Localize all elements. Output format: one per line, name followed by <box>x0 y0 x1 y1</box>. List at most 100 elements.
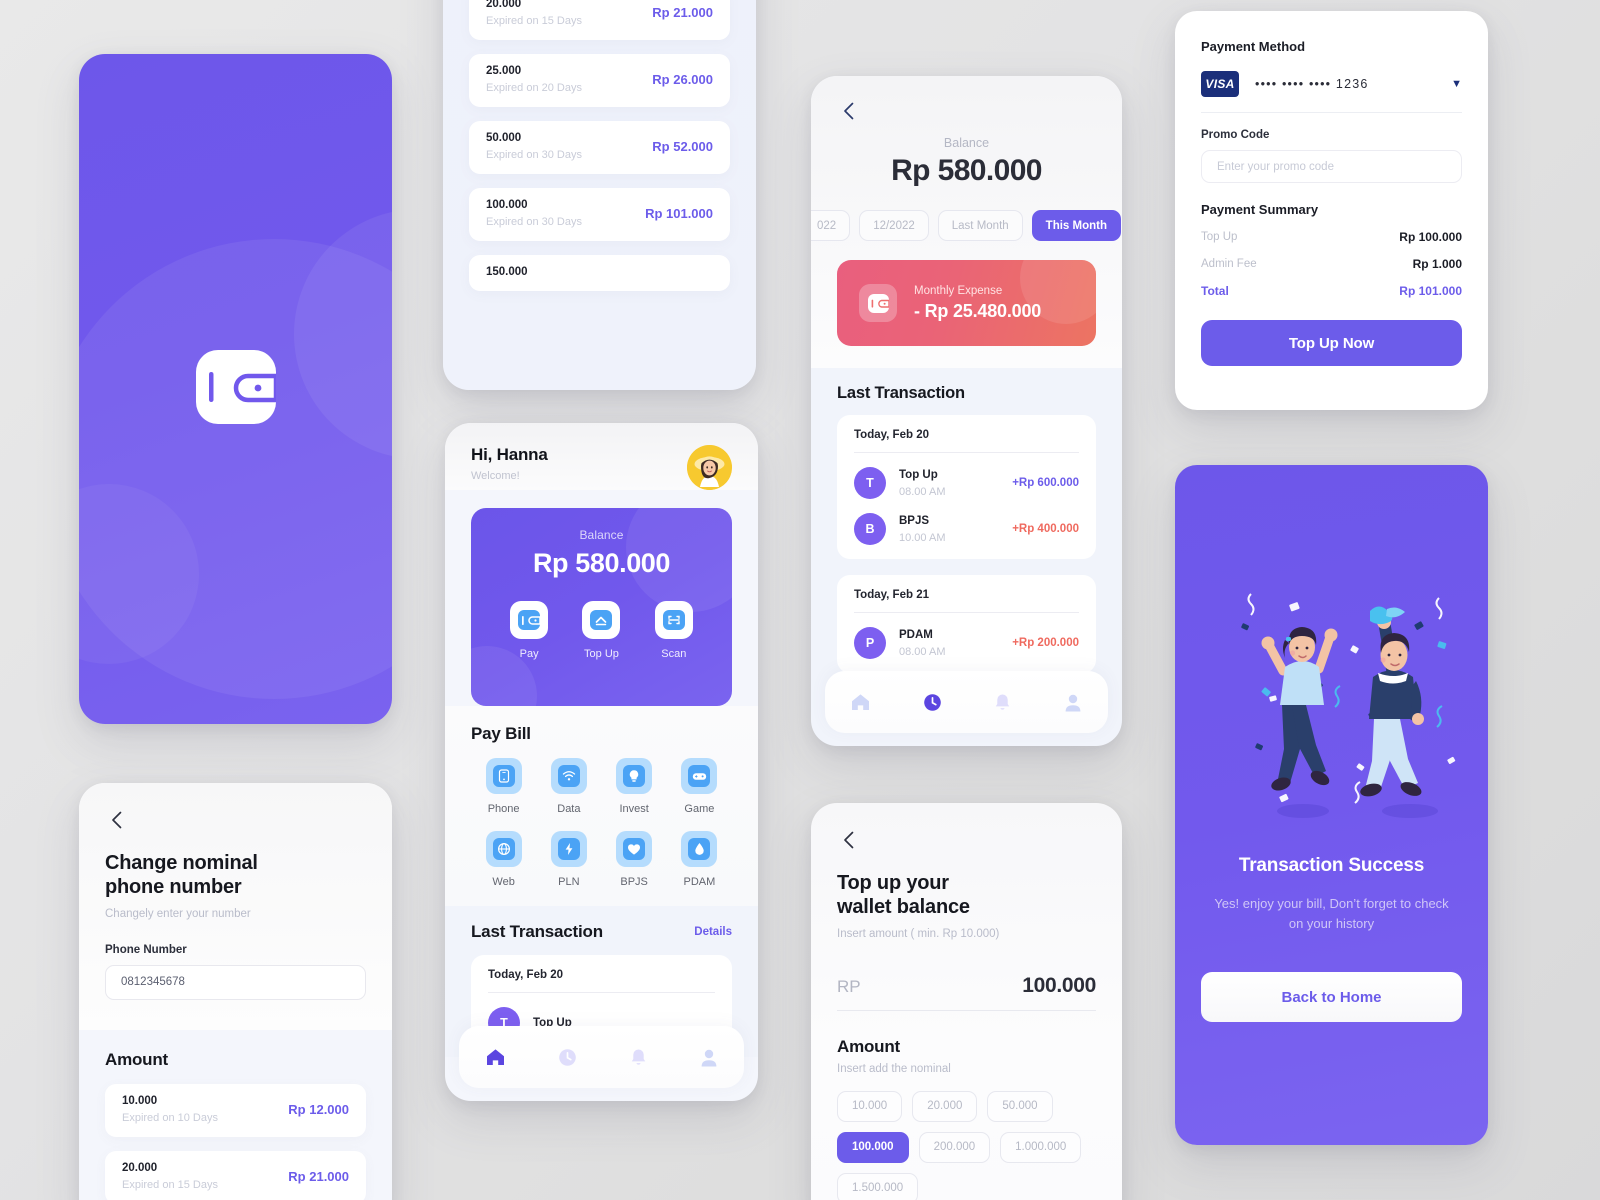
topup-screen: Top up your wallet balance Insert amount… <box>811 803 1122 1200</box>
amount-option-row[interactable]: 150.000 <box>469 255 730 291</box>
filter-chip[interactable]: 022 <box>811 210 851 241</box>
divider <box>854 612 1079 613</box>
bill-item-phone[interactable]: Phone <box>471 758 536 815</box>
amount-price: Rp 26.000 <box>652 72 713 87</box>
bill-label: BPJS <box>620 876 648 888</box>
transaction-amount: +Rp 400.000 <box>1012 523 1079 535</box>
nav-bell-icon[interactable] <box>630 1048 647 1067</box>
selected-card-row[interactable]: VISA •••• •••• •••• 1236 ▼ <box>1201 71 1462 97</box>
divider <box>854 452 1079 453</box>
nominal-header: Change nominal phone number Changely ent… <box>79 783 392 1030</box>
table-row[interactable]: B BPJS 10.00 AM +Rp 400.000 <box>854 513 1079 545</box>
wifi-icon <box>557 765 580 787</box>
bill-item-bpjs[interactable]: BPJS <box>602 831 667 888</box>
summary-value: Rp 100.000 <box>1399 230 1462 244</box>
nav-person-icon[interactable] <box>700 1048 718 1067</box>
filter-chip[interactable]: Last Month <box>937 210 1023 241</box>
bill-item-game[interactable]: Game <box>667 758 732 815</box>
phone-number-input[interactable]: 0812345678 <box>105 964 366 1000</box>
arrow-up-icon <box>582 601 621 639</box>
avatar[interactable] <box>687 445 732 490</box>
amount-label: 25.000 <box>486 65 522 77</box>
page-subtitle: Insert amount ( min. Rp 10.000) <box>837 927 1000 940</box>
filter-chip[interactable]: 12/2022 <box>859 210 929 241</box>
amount-expiry: Expired on 20 Days <box>486 82 582 94</box>
action-pay[interactable]: Pay <box>510 601 549 660</box>
nominal-chip[interactable]: 10.000 <box>837 1090 903 1122</box>
expense-amount: - Rp 25.480.000 <box>914 300 1042 321</box>
gamepad-icon <box>688 765 711 787</box>
bill-item-pdam[interactable]: PDAM <box>667 831 732 888</box>
nav-home-icon[interactable] <box>851 693 870 711</box>
nav-person-icon[interactable] <box>1064 693 1082 712</box>
amount-entry-row[interactable]: RP 100.000 <box>837 974 1096 998</box>
amount-option-row[interactable]: 20.000 Expired on 15 Days Rp 21.000 <box>105 1150 366 1200</box>
nominal-chip-active[interactable]: 100.000 <box>837 1131 909 1163</box>
amount-label: 100.000 <box>486 199 528 211</box>
currency-label: RP <box>837 976 861 996</box>
amount-expiry: Expired on 30 Days <box>486 149 582 161</box>
phone-field-label: Phone Number <box>105 943 187 956</box>
transaction-time: 10.00 AM <box>899 531 946 544</box>
bill-item-invest[interactable]: Invest <box>602 758 667 815</box>
amount-price: Rp 101.000 <box>645 206 713 221</box>
quick-actions: Pay Top Up Scan <box>471 601 732 660</box>
chevron-left-icon[interactable] <box>837 100 859 122</box>
divider <box>488 992 715 993</box>
action-topup[interactable]: Top Up <box>582 601 621 660</box>
wallet-icon <box>195 349 278 429</box>
chevron-left-icon[interactable] <box>105 809 127 831</box>
bill-item-pln[interactable]: PLN <box>536 831 601 888</box>
transaction-success-screen: Transaction Success Yes! enjoy your bill… <box>1175 465 1488 1145</box>
transaction-name: Top Up <box>899 468 938 481</box>
page-subtitle: Changely enter your number <box>105 907 251 920</box>
page-title-line1: Top up your <box>837 872 949 894</box>
page-title-line2: phone number <box>105 876 242 899</box>
nominal-chip-grid: 10.000 20.000 50.000 100.000 200.000 1.0… <box>837 1090 1096 1200</box>
amount-section-sub: Insert add the nominal <box>837 1062 951 1075</box>
amount-option-row[interactable]: 25.000 Expired on 20 Days Rp 26.000 <box>469 54 730 107</box>
nav-home-icon[interactable] <box>486 1048 505 1066</box>
nav-clock-icon[interactable] <box>558 1048 577 1067</box>
greeting-name: Hi, Hanna <box>471 445 548 464</box>
nav-bell-icon[interactable] <box>994 693 1011 712</box>
amount-option-row[interactable]: 20.000 Expired on 15 Days Rp 21.000 <box>469 0 730 40</box>
wallet-icon <box>510 601 549 639</box>
top-up-now-button[interactable]: Top Up Now <box>1201 320 1462 366</box>
heart-icon <box>623 838 646 860</box>
nav-clock-icon[interactable] <box>923 693 942 712</box>
filter-chip-active[interactable]: This Month <box>1031 210 1121 241</box>
splash-screen <box>79 54 392 724</box>
amount-price: Rp 12.000 <box>288 1101 349 1117</box>
transaction-time: 08.00 AM <box>899 485 946 498</box>
nominal-chip[interactable]: 20.000 <box>912 1090 978 1122</box>
back-to-home-button[interactable]: Back to Home <box>1201 972 1462 1023</box>
amount-option-row[interactable]: 100.000 Expired on 30 Days Rp 101.000 <box>469 188 730 241</box>
promo-code-label: Promo Code <box>1201 129 1270 141</box>
home-screen: Hi, Hanna Welcome! Balance Rp 580.000 Pa… <box>445 423 758 1101</box>
bill-label: Invest <box>619 803 649 815</box>
chevron-down-icon[interactable]: ▼ <box>1451 78 1462 90</box>
bill-item-data[interactable]: Data <box>536 758 601 815</box>
chevron-left-icon[interactable] <box>837 829 859 851</box>
summary-row: Top Up Rp 100.000 <box>1201 230 1462 244</box>
nominal-chip[interactable]: 1.500.000 <box>837 1172 919 1200</box>
bill-item-web[interactable]: Web <box>471 831 536 888</box>
success-title: Transaction Success <box>1238 855 1425 876</box>
transaction-amount: +Rp 600.000 <box>1012 477 1079 489</box>
paybill-section: Pay Bill Phone Data Invest Game Web PLN … <box>445 706 758 906</box>
action-scan[interactable]: Scan <box>654 601 693 660</box>
promo-code-input[interactable]: Enter your promo code <box>1201 150 1462 183</box>
nominal-chip[interactable]: 200.000 <box>918 1131 991 1163</box>
details-link[interactable]: Details <box>694 926 732 938</box>
table-row[interactable]: P PDAM 08.00 AM +Rp 200.000 <box>854 627 1079 659</box>
amount-option-row[interactable]: 10.000 Expired on 10 Days Rp 12.000 <box>105 1083 366 1137</box>
amount-option-row[interactable]: 50.000 Expired on 30 Days Rp 52.000 <box>469 121 730 174</box>
card-number: •••• •••• •••• 1236 <box>1255 77 1369 91</box>
paybill-title: Pay Bill <box>471 724 531 743</box>
table-row[interactable]: T Top Up 08.00 AM +Rp 600.000 <box>854 467 1079 499</box>
nominal-chip[interactable]: 1.000.000 <box>1000 1131 1082 1163</box>
amount-price: Rp 21.000 <box>288 1168 349 1184</box>
amount-label: 150.000 <box>486 266 528 278</box>
nominal-chip[interactable]: 50.000 <box>987 1090 1053 1122</box>
